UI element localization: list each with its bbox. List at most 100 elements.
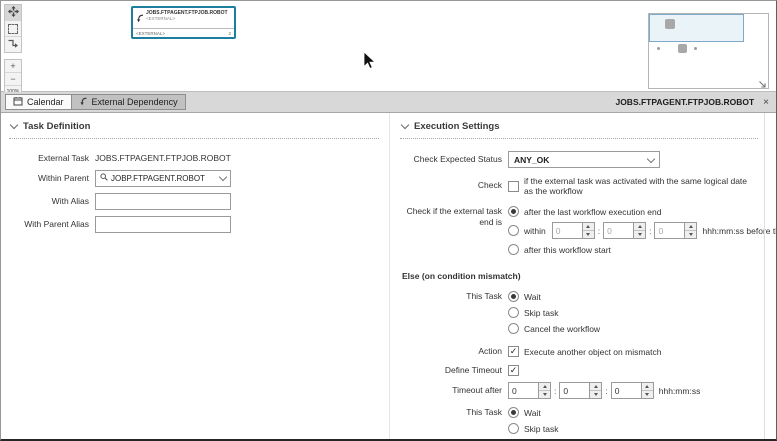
radio-icon[interactable] [508, 225, 519, 236]
chevron-down-icon [647, 154, 655, 162]
action-mismatch-checkbox[interactable] [508, 346, 519, 357]
minimap-viewport[interactable] [649, 14, 744, 42]
marquee-select-button[interactable] [5, 21, 21, 37]
tab-external-dependency[interactable]: External Dependency [72, 94, 186, 110]
stepper-buttons [633, 223, 645, 238]
check-expected-status-row: Check Expected Status ANY_OK [400, 151, 758, 168]
task-definition-pane: Task Definition External Task JOBS.FTPAG… [1, 113, 390, 439]
stepper-up-icon[interactable] [583, 223, 594, 231]
end-check-option-within[interactable]: within : : [508, 222, 776, 239]
end-check-option-after-last-execution[interactable]: after the last workflow execution end [508, 206, 776, 217]
with-alias-input[interactable] [95, 193, 231, 210]
radio-icon[interactable] [508, 323, 519, 334]
stepper-up-icon[interactable] [685, 223, 696, 231]
bottom-tab-strip: Calendar External Dependency JOBS.FTPAGE… [1, 92, 776, 113]
timeout-seconds-stepper[interactable] [611, 382, 654, 399]
within-hours-input[interactable] [553, 223, 582, 238]
end-check-row: Check if the external task end is after … [400, 206, 758, 255]
close-icon[interactable]: × [763, 97, 769, 108]
check-label: Check [400, 180, 502, 191]
this-task-timeout-row: This Task Wait Skip task Cancel the work… [400, 407, 758, 439]
this-task-timeout-option-wait[interactable]: Wait [508, 407, 600, 418]
stepper-down-icon[interactable] [590, 391, 601, 398]
with-parent-alias-label: With Parent Alias [9, 219, 89, 230]
tab-calendar-label: Calendar [27, 97, 64, 107]
tab-calendar[interactable]: Calendar [5, 94, 72, 110]
stepper-down-icon[interactable] [583, 231, 594, 238]
timeout-minutes-input[interactable] [560, 383, 589, 398]
radio-icon[interactable] [508, 244, 519, 255]
minimap-node [665, 19, 675, 29]
timeout-hours-stepper[interactable] [508, 382, 551, 399]
check-expected-status-value: ANY_OK [514, 155, 549, 165]
workflow-canvas[interactable]: + − 100% JOBS.FTPAGENT.FTPJOB.ROBOT <EXT… [1, 1, 776, 92]
this-task-option-label: Skip task [524, 308, 559, 318]
stepper-up-icon[interactable] [634, 223, 645, 231]
this-task-timeout-option-skip[interactable]: Skip task [508, 423, 600, 434]
this-task-option-cancel[interactable]: Cancel the workflow [508, 323, 600, 334]
timeout-minutes-stepper[interactable] [559, 382, 602, 399]
minimap-node [678, 44, 687, 53]
end-check-option-label: within [524, 226, 546, 236]
define-timeout-label: Define Timeout [400, 365, 502, 376]
within-minutes-input[interactable] [604, 223, 633, 238]
external-task-label: External Task [9, 153, 89, 164]
within-parent-combobox[interactable]: JOBP.FTPAGENT.ROBOT [95, 170, 231, 187]
within-seconds-input[interactable] [655, 223, 684, 238]
radio-icon[interactable] [508, 423, 519, 434]
define-timeout-checkbox[interactable] [508, 365, 519, 376]
check-expected-status-dropdown[interactable]: ANY_OK [508, 151, 660, 168]
external-dependency-icon [136, 10, 144, 28]
object-name-label: JOBS.FTPAGENT.FTPJOB.ROBOT [615, 97, 754, 107]
stepper-down-icon[interactable] [642, 391, 653, 398]
stepper-up-icon[interactable] [642, 383, 653, 391]
radio-icon[interactable] [508, 206, 519, 217]
minimap-dot [657, 47, 660, 50]
timeout-seconds-input[interactable] [612, 383, 641, 398]
stepper-up-icon[interactable] [590, 383, 601, 391]
timeout-hours-input[interactable] [509, 383, 538, 398]
stepper-up-icon[interactable] [539, 383, 550, 391]
this-task-option-skip[interactable]: Skip task [508, 307, 600, 318]
workflow-node-header: JOBS.FTPAGENT.FTPJOB.ROBOT <EXTERNAL> [133, 8, 234, 28]
this-task-timeout-option-label: Wait [524, 408, 541, 418]
task-definition-header[interactable]: Task Definition [9, 121, 379, 132]
minimap-resize-handle[interactable] [758, 77, 768, 87]
end-check-option-after-workflow-start[interactable]: after this workflow start [508, 244, 776, 255]
connector-tool-button[interactable] [5, 37, 21, 52]
with-parent-alias-input[interactable] [95, 216, 231, 233]
within-hours-stepper[interactable] [552, 222, 595, 239]
canvas-toolbar: + − 100% [4, 4, 22, 99]
end-check-label-line2: end is [400, 217, 502, 228]
end-check-label-line1: Check if the external task [400, 206, 502, 217]
radio-icon[interactable] [508, 307, 519, 318]
within-seconds-stepper[interactable] [654, 222, 697, 239]
this-task-timeout-option-label: Skip task [524, 424, 559, 434]
tab-external-dependency-label: External Dependency [92, 97, 178, 107]
radio-icon[interactable] [508, 407, 519, 418]
radio-icon[interactable] [508, 291, 519, 302]
workflow-node-type: <EXTERNAL> [146, 16, 228, 21]
stepper-down-icon[interactable] [539, 391, 550, 398]
execution-settings-header[interactable]: Execution Settings [400, 121, 758, 132]
zoom-out-button[interactable]: − [5, 73, 21, 86]
with-parent-alias-row: With Parent Alias [9, 216, 379, 233]
time-separator: : [554, 386, 556, 396]
zoom-in-label: + [10, 61, 15, 71]
pan-tool-button[interactable] [5, 5, 21, 21]
stepper-down-icon[interactable] [634, 231, 645, 238]
minimap[interactable] [648, 13, 769, 89]
zoom-in-button[interactable]: + [5, 60, 21, 73]
stepper-down-icon[interactable] [685, 231, 696, 238]
external-task-row: External Task JOBS.FTPAGENT.FTPJOB.ROBOT [9, 153, 379, 164]
timeout-unit: hhh:mm:ss [659, 386, 701, 396]
timeout-after-row: Timeout after : : hhh:mm:ss [400, 382, 758, 399]
this-task-option-wait[interactable]: Wait [508, 291, 600, 302]
workflow-node-external-task[interactable]: JOBS.FTPAGENT.FTPJOB.ROBOT <EXTERNAL> <E… [131, 6, 236, 39]
stepper-buttons [641, 383, 653, 398]
within-minutes-stepper[interactable] [603, 222, 646, 239]
external-task-value: JOBS.FTPAGENT.FTPJOB.ROBOT [95, 153, 231, 163]
collapse-chevron-icon [10, 121, 18, 129]
check-logical-date-checkbox[interactable] [508, 181, 519, 192]
collapse-chevron-icon [401, 121, 409, 129]
